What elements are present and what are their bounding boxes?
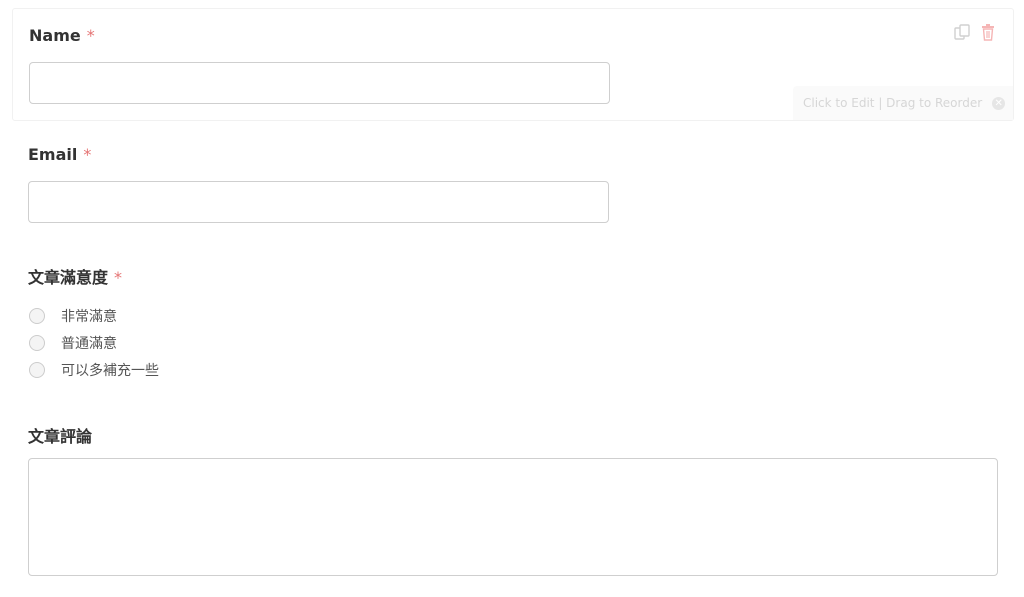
radio-button[interactable]	[29, 307, 45, 324]
duplicate-icon[interactable]	[953, 23, 971, 41]
radio-option[interactable]: 普通滿意	[29, 329, 159, 356]
radio-button[interactable]	[29, 361, 45, 378]
satisfaction-label-text: 文章滿意度	[28, 268, 109, 287]
name-required-mark: *	[86, 26, 95, 45]
comment-textarea[interactable]	[28, 458, 998, 576]
name-label-text: Name	[29, 26, 81, 45]
email-required-mark: *	[83, 145, 92, 164]
name-label: Name *	[29, 26, 95, 45]
name-field-block[interactable]: Name * Click to Edit | Drag to Reorder ✕	[12, 8, 1014, 121]
radio-option-label: 非常滿意	[61, 308, 117, 325]
comment-label: 文章評論	[28, 423, 92, 447]
satisfaction-field-block[interactable]: 文章滿意度 *	[12, 248, 1014, 388]
radio-option-label: 可以多補充一些	[61, 362, 159, 379]
radio-option-label: 普通滿意	[61, 335, 117, 352]
edit-hint: Click to Edit | Drag to Reorder ✕	[793, 86, 1013, 120]
satisfaction-label: 文章滿意度 *	[28, 264, 122, 288]
radio-option[interactable]: 非常滿意	[29, 302, 159, 329]
email-field-block[interactable]: Email *	[12, 128, 1014, 228]
satisfaction-radio-group: 非常滿意 普通滿意 可以多補充一些	[29, 302, 159, 383]
field-toolbar	[953, 23, 997, 41]
name-input[interactable]	[29, 62, 610, 104]
email-label-text: Email	[28, 145, 78, 164]
trash-icon[interactable]	[979, 23, 997, 41]
radio-button[interactable]	[29, 334, 45, 351]
edit-hint-text: Click to Edit | Drag to Reorder	[803, 96, 983, 110]
form-page: Name * Click to Edit | Drag to Reorder ✕…	[0, 0, 1024, 597]
satisfaction-required-mark: *	[114, 268, 123, 287]
comment-label-text: 文章評論	[28, 427, 93, 446]
email-label: Email *	[28, 145, 91, 164]
radio-option[interactable]: 可以多補充一些	[29, 356, 159, 383]
email-input[interactable]	[28, 181, 609, 223]
close-icon[interactable]: ✕	[992, 96, 1006, 110]
